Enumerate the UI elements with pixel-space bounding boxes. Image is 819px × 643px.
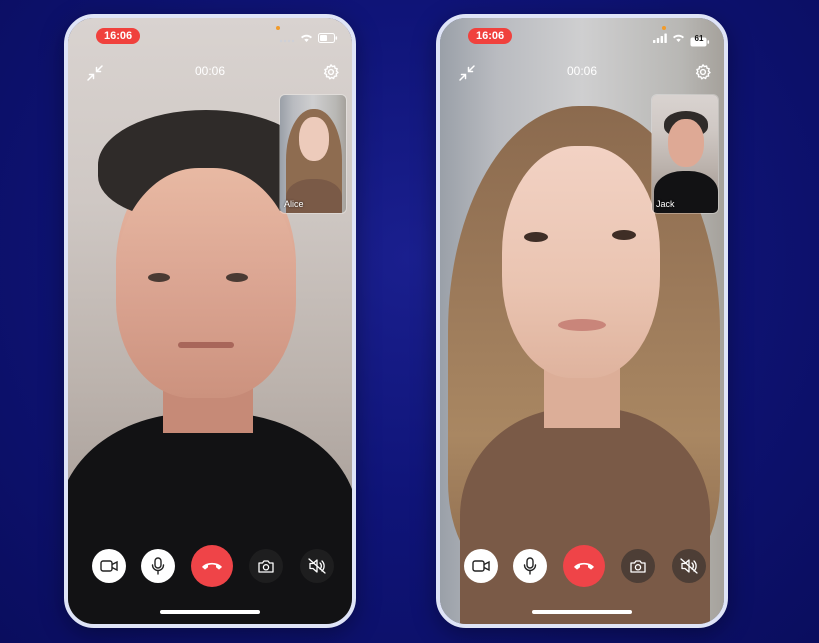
video-subject-lips [558, 319, 606, 331]
video-subject-shirt [68, 413, 352, 624]
status-icons [279, 30, 338, 48]
camera-flip-icon [258, 560, 274, 573]
video-subject-eye-right [226, 273, 248, 282]
video-subject-eye-left [148, 273, 170, 282]
phone-hangup-icon [574, 562, 594, 570]
local-video-pip[interactable]: Alice [279, 94, 347, 214]
local-video-pip[interactable]: Jack [651, 94, 719, 214]
microphone-button[interactable] [513, 549, 547, 583]
phone-hangup-icon [202, 562, 222, 570]
hangup-button[interactable] [563, 545, 605, 587]
microphone-icon [523, 557, 537, 575]
battery-icon: 61 [690, 34, 710, 47]
speaker-muted-icon [308, 558, 326, 574]
signal-icon [653, 30, 667, 48]
microphone-icon [151, 557, 165, 575]
battery-icon [318, 30, 338, 48]
status-time: 16:06 [96, 28, 141, 44]
flip-camera-button[interactable] [249, 549, 283, 583]
call-header: 00:06 [68, 60, 352, 84]
pip-name-label: Alice [284, 199, 304, 209]
pip-subject-face [299, 117, 329, 161]
pip-subject-face [668, 119, 704, 167]
status-icons: 61 [653, 30, 710, 48]
video-subject-shirt [460, 408, 710, 624]
call-duration: 00:06 [194, 64, 226, 78]
pip-video-alice [280, 95, 346, 213]
speaker-muted-icon [680, 558, 698, 574]
video-camera-icon [472, 560, 490, 572]
video-subject-eye-left [524, 232, 548, 242]
settings-button[interactable] [322, 63, 340, 81]
speaker-mute-button[interactable] [300, 549, 334, 583]
status-bar: 16:06 61 [440, 18, 724, 58]
video-camera-icon [100, 560, 118, 572]
wifi-icon [672, 30, 685, 48]
gear-icon [695, 64, 711, 80]
wifi-icon [300, 30, 313, 48]
microphone-button[interactable] [141, 549, 175, 583]
video-subject-eye-right [612, 230, 636, 240]
phone-frame-right: 16:06 61 00:06 Jack [436, 14, 728, 628]
camera-toggle-button[interactable] [92, 549, 126, 583]
camera-flip-icon [630, 560, 646, 573]
home-indicator [532, 610, 632, 614]
battery-level: 61 [694, 34, 704, 43]
video-subject-face [502, 146, 660, 378]
call-controls [440, 545, 724, 587]
home-indicator [160, 610, 260, 614]
phone-frame-left: 16:06 00:06 Alice [64, 14, 356, 628]
gear-icon [323, 64, 339, 80]
camera-toggle-button[interactable] [464, 549, 498, 583]
status-time: 16:06 [468, 28, 513, 44]
video-subject-face-front [116, 168, 296, 398]
signal-icon [279, 30, 295, 48]
call-controls [68, 545, 352, 587]
pip-name-label: Jack [656, 199, 675, 209]
status-bar: 16:06 [68, 18, 352, 58]
call-duration: 00:06 [566, 64, 598, 78]
call-header: 00:06 [440, 60, 724, 84]
hangup-button[interactable] [191, 545, 233, 587]
pip-video-jack [652, 95, 718, 213]
settings-button[interactable] [694, 63, 712, 81]
video-subject-mouth [178, 342, 234, 348]
flip-camera-button[interactable] [621, 549, 655, 583]
speaker-mute-button[interactable] [672, 549, 706, 583]
